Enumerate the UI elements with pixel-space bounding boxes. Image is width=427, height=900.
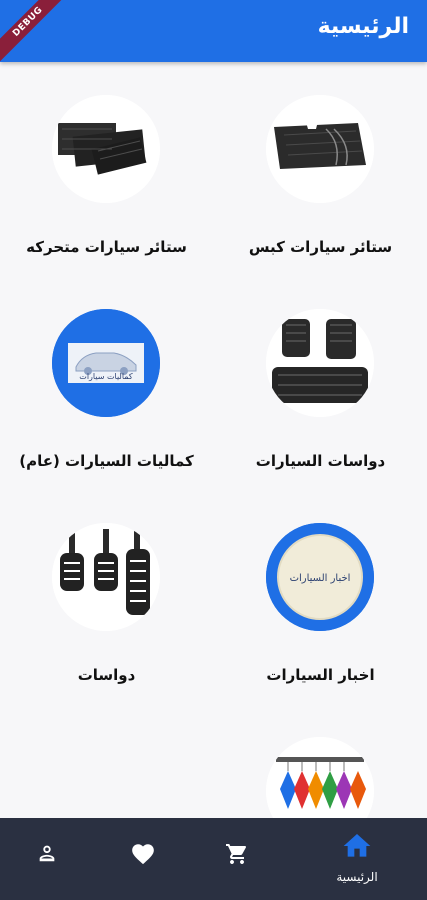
nav-cart[interactable]	[184, 818, 290, 900]
category-label: كماليات السيارات (عام)	[19, 452, 194, 470]
cart-icon	[226, 844, 247, 864]
category-tile-pedals[interactable]: دواسات	[0, 490, 213, 704]
category-tile-car-accessories[interactable]: كماليات سيارات كماليات السيارات (عام)	[0, 276, 213, 490]
category-image: كماليات سيارات	[52, 309, 160, 417]
accessories-logo-text: كماليات سيارات	[79, 372, 133, 381]
category-image	[52, 523, 160, 631]
category-grid: ستائر سيارات كبس ستائر سيارات متحركه دوا…	[0, 62, 427, 818]
category-image	[266, 95, 374, 203]
category-tile-air-fresheners[interactable]	[214, 704, 427, 818]
debug-banner: DEBUG	[0, 0, 70, 64]
category-tile-retractable-shades[interactable]: ستائر سيارات متحركه	[0, 62, 213, 276]
category-image	[266, 309, 374, 417]
category-label: دواسات	[77, 666, 136, 684]
bottom-navigation: الرئيسية	[0, 818, 427, 900]
nav-home-label: الرئيسية	[336, 870, 378, 884]
person-icon	[39, 845, 55, 862]
heart-icon	[132, 844, 154, 865]
nav-favorites[interactable]	[90, 818, 196, 900]
category-image	[266, 737, 374, 818]
category-label: ستائر سيارات متحركه	[26, 238, 187, 256]
category-label: اخبار السيارات	[266, 666, 375, 684]
category-tile-snap-shades[interactable]: ستائر سيارات كبس	[214, 62, 427, 276]
category-tile-car-news[interactable]: اخبار السيارات اخبار السيارات	[214, 490, 427, 704]
category-label: ستائر سيارات كبس	[248, 238, 393, 256]
category-image	[52, 95, 160, 203]
category-image: اخبار السيارات	[266, 523, 374, 631]
news-logo-text: اخبار السيارات	[290, 573, 351, 584]
home-icon	[343, 834, 371, 857]
category-tile-car-mats[interactable]: دواسات السيارات	[214, 276, 427, 490]
nav-profile[interactable]	[0, 818, 100, 900]
nav-home[interactable]: الرئيسية	[304, 818, 410, 900]
page-title: الرئيسية	[317, 14, 409, 39]
category-label: دواسات السيارات	[255, 452, 386, 470]
app-bar: DEBUG الرئيسية	[0, 0, 427, 64]
